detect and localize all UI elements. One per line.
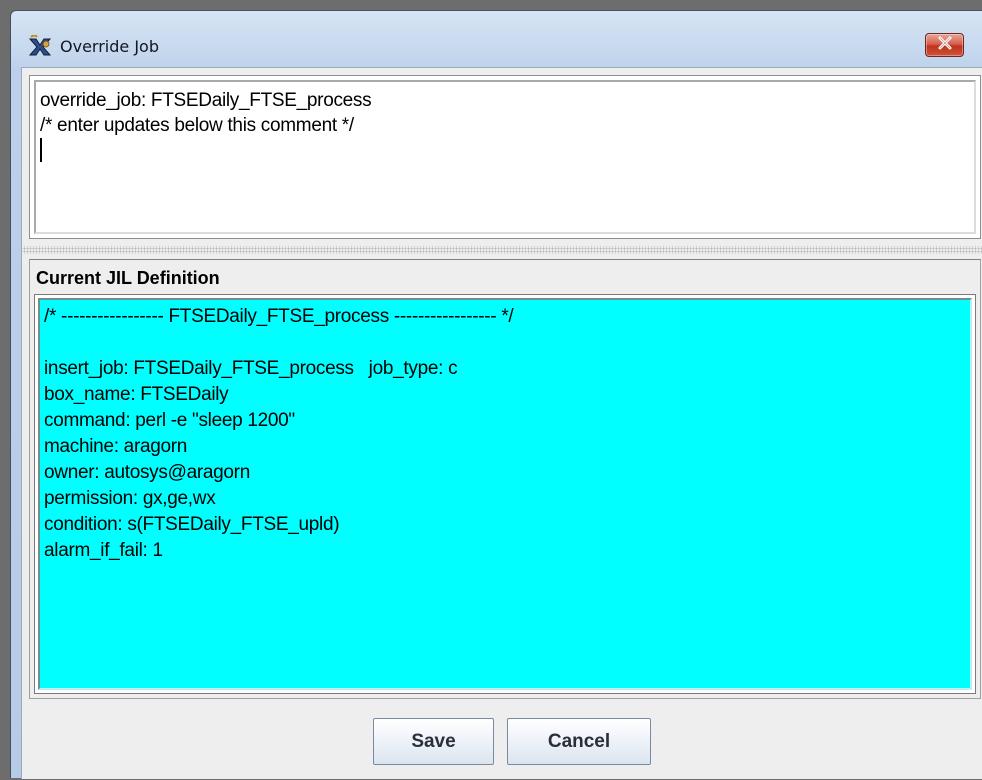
override-editor-pane: override_job: FTSEDaily_FTSE_process /* …: [29, 75, 981, 239]
save-button[interactable]: Save: [373, 718, 494, 765]
jil-line: permission: gx,ge,wx: [44, 488, 216, 509]
jil-line: condition: s(FTSEDaily_FTSE_upld): [44, 514, 340, 535]
jil-definition-text[interactable]: /* ----------------- FTSEDaily_FTSE_proc…: [38, 298, 972, 690]
jil-line: insert_job: FTSEDaily_FTSE_process job_t…: [44, 358, 458, 379]
title-bar[interactable]: Override Job: [11, 11, 982, 67]
override-text-area[interactable]: override_job: FTSEDaily_FTSE_process /* …: [34, 80, 976, 234]
jil-line: [44, 330, 970, 356]
current-definition-panel: Current JIL Definition /* --------------…: [29, 259, 981, 699]
text-caret: [40, 138, 42, 162]
button-bar: Save Cancel: [22, 699, 982, 780]
jil-line: owner: autosys@aragorn: [44, 462, 250, 483]
editor-line: /* enter updates below this comment */: [40, 115, 354, 136]
app-logo-icon: [28, 34, 52, 57]
jil-line: alarm_if_fail: 1: [44, 540, 163, 561]
jil-line: box_name: FTSEDaily: [44, 384, 229, 405]
editor-caret-line: [40, 138, 974, 163]
jil-line: command: perl -e "sleep 1200": [44, 410, 295, 431]
section-label: Current JIL Definition: [36, 268, 220, 288]
close-button[interactable]: [925, 33, 964, 57]
override-job-window: Override Job override_job: FTSEDaily_FTS…: [10, 10, 982, 779]
dialog-content: override_job: FTSEDaily_FTSE_process /* …: [21, 67, 982, 779]
editor-line: override_job: FTSEDaily_FTSE_process: [40, 90, 372, 111]
jil-line: /* ----------------- FTSEDaily_FTSE_proc…: [44, 306, 514, 327]
jil-line: machine: aragorn: [44, 436, 188, 457]
jil-definition-scroll: /* ----------------- FTSEDaily_FTSE_proc…: [34, 294, 976, 694]
cancel-button[interactable]: Cancel: [507, 718, 651, 765]
window-title: Override Job: [60, 37, 159, 56]
close-icon: [937, 36, 953, 55]
split-pane-divider[interactable]: [22, 246, 982, 254]
